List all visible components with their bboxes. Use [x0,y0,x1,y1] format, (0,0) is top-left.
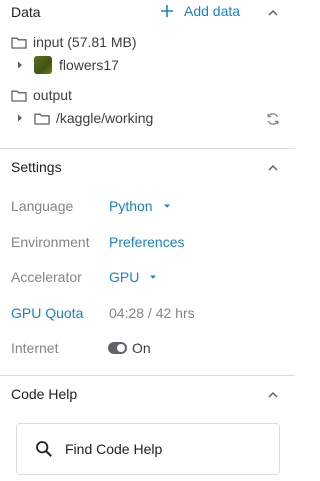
language-value: Python [109,198,153,214]
folder-icon [34,113,50,125]
folder-icon [11,37,27,49]
internet-state: On [132,340,151,356]
environment-value: Preferences [109,234,185,250]
find-code-help-label: Find Code Help [65,441,163,457]
settings-section: Settings Language Python Environment Pre… [0,149,295,375]
working-folder-row[interactable]: /kaggle/working [16,110,153,126]
data-collapse-button[interactable] [265,5,281,21]
working-path: /kaggle/working [56,110,154,126]
chevron-up-icon [268,391,278,398]
search-icon [36,441,52,457]
add-data-button[interactable]: Add data [160,3,240,19]
chevron-up-icon [268,9,278,16]
gpu-quota-value: 04:28 / 42 hrs [109,305,195,321]
data-section: Data Add data input (57.81 MB) flowers17 [0,0,295,148]
notebook-side-panel: Data Add data input (57.81 MB) flowers17 [0,0,295,481]
accelerator-select[interactable]: GPU [109,269,157,285]
refresh-icon[interactable] [266,112,280,126]
language-label: Language [11,198,74,214]
dropdown-arrow-icon [163,204,170,208]
accelerator-value: GPU [109,269,140,285]
environment-label: Environment [11,234,90,250]
plus-icon [161,5,173,17]
language-select[interactable]: Python [109,198,171,214]
find-code-help-search[interactable]: Find Code Help [16,423,280,475]
chevron-up-icon [268,164,278,171]
code-help-collapse-button[interactable] [265,387,281,403]
data-section-title: Data [11,4,41,20]
caret-right-icon[interactable] [16,114,24,122]
gpu-quota-link[interactable]: GPU Quota [11,305,83,321]
input-folder-label: input (57.81 MB) [33,34,137,50]
dataset-row[interactable]: flowers17 [16,56,119,74]
accelerator-label: Accelerator [11,269,82,285]
folder-icon [11,90,27,102]
settings-collapse-button[interactable] [265,160,281,176]
dataset-name: flowers17 [59,57,119,73]
add-data-label: Add data [184,3,241,19]
settings-section-title: Settings [11,159,62,175]
input-folder-row[interactable]: input (57.81 MB) [11,34,137,50]
code-help-section-title: Code Help [11,386,78,402]
internet-label: Internet [11,340,59,356]
dropdown-arrow-icon [150,275,157,279]
output-folder-label: output [33,87,72,103]
dataset-thumbnail [34,56,52,74]
caret-right-icon[interactable] [16,61,24,69]
toggle-switch[interactable] [108,342,127,354]
internet-toggle[interactable]: On [108,340,151,356]
output-folder-row[interactable]: output [11,87,72,103]
environment-preferences-link[interactable]: Preferences [109,234,184,250]
